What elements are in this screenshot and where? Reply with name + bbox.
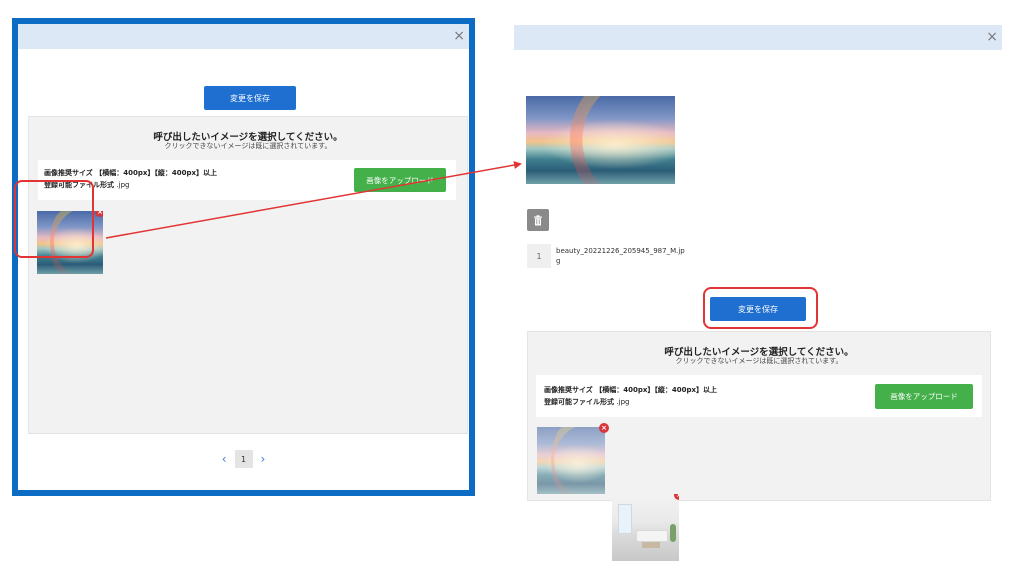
recommended-size-text: 画像推奨サイズ 【横幅：400px】【縦：400px】以上 bbox=[44, 169, 218, 177]
thumbnail-highlight-box bbox=[14, 180, 94, 258]
selected-image-preview bbox=[526, 96, 675, 184]
upload-image-button[interactable]: 画像をアップロード bbox=[875, 384, 973, 409]
image-thumbnail[interactable]: × bbox=[612, 494, 679, 561]
room-window-shape bbox=[618, 504, 632, 534]
remove-circle-icon[interactable]: × bbox=[674, 494, 679, 500]
close-icon[interactable]: × bbox=[986, 30, 998, 44]
chevron-left-icon[interactable]: ‹ bbox=[222, 452, 227, 466]
image-picker-panel: 呼び出したいイメージを選択してください。 クリックできないイメージは既に選択され… bbox=[28, 116, 468, 434]
upload-info-box: 画像推奨サイズ 【横幅：400px】【縦：400px】以上 登録可能ファイル形式… bbox=[536, 375, 982, 417]
room-sofa-shape bbox=[636, 530, 668, 542]
pagination: ‹ 1 › bbox=[18, 444, 469, 474]
trash-icon[interactable] bbox=[527, 209, 549, 231]
format-value: .jpg bbox=[116, 181, 130, 189]
remove-circle-icon[interactable]: × bbox=[599, 423, 609, 433]
remove-circle-icon[interactable]: × bbox=[95, 211, 103, 217]
save-button-highlight-box bbox=[703, 287, 818, 329]
room-table-shape bbox=[642, 542, 660, 548]
upload-info-box: 画像推奨サイズ 【横幅：400px】【縦：400px】以上 登録可能ファイル形式… bbox=[38, 160, 456, 200]
format-value: .jpg bbox=[616, 398, 630, 406]
close-icon[interactable]: × bbox=[453, 29, 465, 43]
recommended-size-text: 画像推奨サイズ 【横幅：400px】【縦：400px】以上 bbox=[544, 386, 718, 394]
upload-image-button[interactable]: 画像をアップロード bbox=[354, 168, 446, 192]
picker-subtitle: クリックできないイメージは既に選択されています。 bbox=[164, 142, 332, 150]
page-number-button[interactable]: 1 bbox=[234, 450, 253, 468]
dialog-header: × bbox=[514, 25, 1002, 50]
room-plant-shape bbox=[670, 524, 676, 542]
save-changes-button[interactable]: 変更を保存 bbox=[204, 86, 296, 110]
file-name-text: beauty_20221226_205945_987_M.jpg bbox=[556, 247, 685, 265]
thumbnail-overlay: × bbox=[537, 423, 609, 494]
dialog-header: × bbox=[18, 24, 469, 49]
trash-icon-glyph bbox=[534, 214, 542, 225]
image-picker-panel: 呼び出したいイメージを選択してください。 クリックできないイメージは既に選択され… bbox=[527, 331, 991, 561]
allowed-format-text: 登録可能ファイル形式 .jpg bbox=[544, 397, 630, 407]
picker-subtitle: クリックできないイメージは既に選択されています。 bbox=[675, 357, 843, 365]
chevron-right-icon[interactable]: › bbox=[261, 452, 266, 466]
file-index-badge: 1 bbox=[527, 244, 551, 268]
format-label: 登録可能ファイル形式 bbox=[544, 398, 614, 406]
